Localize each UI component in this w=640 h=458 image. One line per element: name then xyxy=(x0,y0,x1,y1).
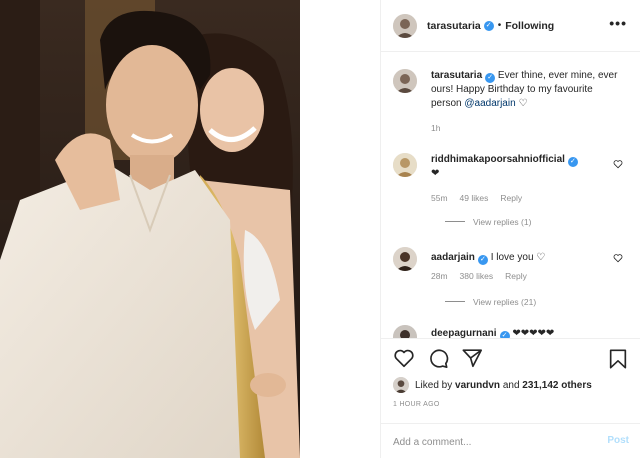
caption-time[interactable]: 1h xyxy=(431,123,440,133)
likes-summary: Liked by varundvn and 231,142 others xyxy=(393,377,592,393)
commenter-avatar[interactable] xyxy=(393,325,417,338)
bookmark-icon[interactable] xyxy=(607,348,629,370)
verified-badge-icon: ✓ xyxy=(477,255,488,265)
caption-avatar[interactable] xyxy=(393,69,417,93)
post-photo[interactable] xyxy=(0,0,300,458)
comment-meta: 28m 380 likes Reply xyxy=(431,271,539,281)
likes-count[interactable]: 231,142 others xyxy=(522,380,592,391)
comment-like-heart-icon[interactable] xyxy=(613,159,623,169)
reply-button[interactable]: Reply xyxy=(505,271,527,281)
heart-icon[interactable] xyxy=(393,347,415,369)
replies-line xyxy=(445,221,465,222)
liker-avatar[interactable] xyxy=(393,377,409,393)
view-replies-button[interactable]: View replies (21) xyxy=(445,297,536,307)
separator-dot: • xyxy=(497,20,502,31)
comment-time[interactable]: 28m xyxy=(431,271,448,281)
likes-middle: and xyxy=(502,379,520,391)
more-horizontal-icon[interactable]: ••• xyxy=(609,16,627,30)
post-header: tarasutaria ✓ • Following ••• xyxy=(381,0,640,52)
comment-username[interactable]: deepagurnani xyxy=(431,328,497,338)
post-comment-button[interactable]: Post xyxy=(607,435,629,446)
comment-message: I love you ♡ xyxy=(490,252,546,263)
add-comment-bar: Post xyxy=(381,423,640,458)
author-username[interactable]: tarasutaria xyxy=(427,20,481,32)
share-icon[interactable] xyxy=(461,347,483,369)
replies-line xyxy=(445,301,465,302)
likes-prefix: Liked by xyxy=(415,379,453,391)
comment-item: riddhimakapoorsahniofficial ✓ ❤ 55m 49 lik… xyxy=(393,153,633,233)
caption: tarasutaria ✓ Ever thine, ever mine, ever… xyxy=(393,69,633,139)
comment-username[interactable]: aadarjain xyxy=(431,252,475,263)
comment-item: aadarjain ✓ I love you ♡ 28m 380 likes Repl… xyxy=(393,247,633,317)
comment-username[interactable]: riddhimakapoorsahniofficial xyxy=(431,154,565,165)
caption-text: tarasutaria ✓ Ever thine, ever mine, ever… xyxy=(431,69,621,111)
comment-meta: 55m 49 likes Reply xyxy=(431,193,534,203)
caption-mention[interactable]: @aadarjain xyxy=(464,98,515,109)
comment-likes[interactable]: 49 likes xyxy=(460,193,489,203)
liker-username[interactable]: varundvn xyxy=(455,380,500,391)
view-replies-label: View replies (1) xyxy=(473,217,532,227)
verified-badge-icon: ✓ xyxy=(483,20,494,31)
verified-badge-icon: ✓ xyxy=(567,157,578,167)
verified-badge-icon: ✓ xyxy=(499,331,510,338)
reply-button[interactable]: Reply xyxy=(500,193,522,203)
post-image xyxy=(0,0,300,458)
view-replies-button[interactable]: View replies (1) xyxy=(445,217,531,227)
add-comment-input[interactable] xyxy=(393,434,593,450)
post-actions: Liked by varundvn and 231,142 others 1 H… xyxy=(381,338,640,458)
comment-text: riddhimakapoorsahniofficial ✓ ❤ xyxy=(431,153,621,181)
following-button[interactable]: Following xyxy=(505,20,554,32)
comments-list[interactable]: tarasutaria ✓ Ever thine, ever mine, ever… xyxy=(381,53,640,338)
comment-likes[interactable]: 380 likes xyxy=(460,271,494,281)
post-timestamp[interactable]: 1 HOUR AGO xyxy=(393,401,440,408)
comment-message: ❤ xyxy=(431,168,440,179)
comment-icon[interactable] xyxy=(427,347,449,369)
caption-emoji: ♡ xyxy=(518,98,528,109)
gutter xyxy=(300,0,380,458)
comment-time[interactable]: 55m xyxy=(431,193,448,203)
comment-text: deepagurnani ✓ ❤❤❤❤❤ xyxy=(431,327,621,338)
comment-text: aadarjain ✓ I love you ♡ xyxy=(431,251,621,265)
post-panel: tarasutaria ✓ • Following ••• tarasutari… xyxy=(380,0,640,458)
commenter-avatar[interactable] xyxy=(393,153,417,177)
caption-meta: 1h xyxy=(431,123,452,133)
verified-badge-icon: ✓ xyxy=(485,73,496,83)
comment-like-heart-icon[interactable] xyxy=(613,253,623,263)
action-icons xyxy=(393,347,483,371)
caption-username[interactable]: tarasutaria xyxy=(431,70,482,81)
comment-message: ❤❤❤❤❤ xyxy=(512,328,555,338)
view-replies-label: View replies (21) xyxy=(473,297,537,307)
author-avatar[interactable] xyxy=(393,13,417,38)
comment-item: deepagurnani ✓ ❤❤❤❤❤ xyxy=(393,325,633,338)
commenter-avatar[interactable] xyxy=(393,247,417,271)
